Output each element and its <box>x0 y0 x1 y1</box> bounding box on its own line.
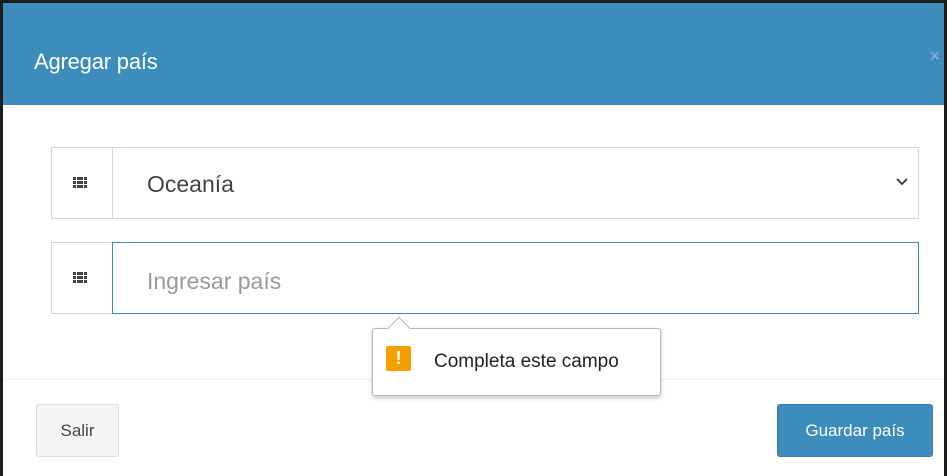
th-grid-icon <box>73 177 88 188</box>
validation-tooltip: ! Completa este campo <box>372 316 661 396</box>
continent-select[interactable]: Oceanía <box>112 147 919 219</box>
country-addon <box>51 242 113 314</box>
add-country-modal: Agregar país × Oceanía Ingresar país Sal… <box>0 0 947 476</box>
warning-icon: ! <box>386 346 411 371</box>
continent-addon <box>51 147 113 219</box>
close-icon[interactable]: × <box>929 47 940 65</box>
th-grid-icon <box>73 272 88 283</box>
exit-button[interactable]: Salir <box>36 404 119 457</box>
chevron-down-icon <box>896 178 908 186</box>
modal-header: Agregar país × <box>3 3 944 105</box>
country-input-placeholder: Ingresar país <box>147 268 282 294</box>
country-input-group: Ingresar país <box>51 242 919 314</box>
tooltip-arrow <box>387 316 411 340</box>
continent-input-group: Oceanía <box>51 147 919 219</box>
save-country-button[interactable]: Guardar país <box>777 404 933 457</box>
tooltip-message: Completa este campo <box>434 351 619 372</box>
country-input[interactable]: Ingresar país <box>112 242 919 314</box>
continent-selected-value: Oceanía <box>147 171 234 197</box>
modal-title: Agregar país <box>34 49 158 74</box>
